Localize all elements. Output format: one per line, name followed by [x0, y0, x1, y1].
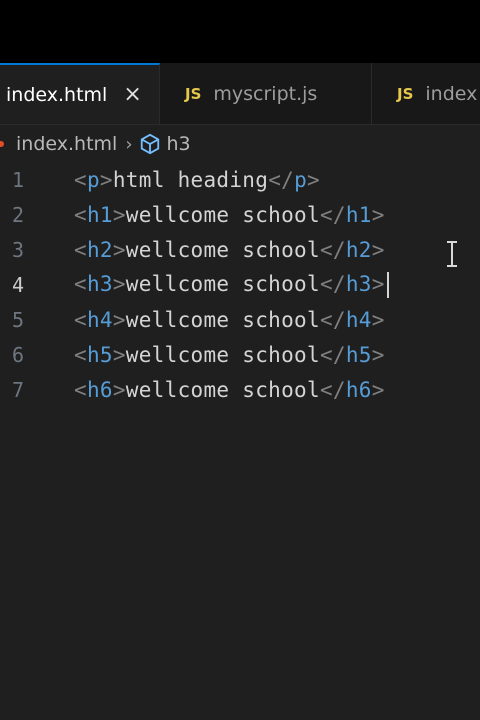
- code-editor[interactable]: 1 <p>html heading</p> 2 <h1>wellcome school…: [0, 160, 480, 720]
- line-number: 1: [12, 167, 25, 192]
- text-cursor-icon: [447, 241, 457, 267]
- close-tag-name: h5: [345, 342, 372, 367]
- bracket: </: [319, 202, 346, 227]
- element-text: wellcome school: [125, 377, 320, 402]
- bracket: </: [319, 271, 346, 296]
- bracket: <: [74, 342, 87, 367]
- bracket: <: [74, 237, 87, 262]
- tab-label: index.html: [6, 83, 108, 106]
- code-line[interactable]: 1 <p>html heading</p>: [0, 162, 480, 197]
- open-tag-name: h1: [86, 202, 113, 227]
- bracket: >: [371, 377, 385, 402]
- line-number: 5: [12, 307, 25, 332]
- line-number: 3: [12, 237, 25, 262]
- bracket: >: [371, 271, 385, 296]
- code-text: <h1>wellcome school</h1>: [74, 203, 385, 227]
- bracket: >: [371, 307, 385, 332]
- window-top-bar: [0, 0, 480, 63]
- close-tag-name: h3: [345, 271, 372, 296]
- bracket: </: [319, 237, 346, 262]
- code-line[interactable]: 7 <h6>wellcome school</h6>: [0, 372, 480, 407]
- bracket: >: [99, 167, 113, 192]
- code-line[interactable]: 2 <h1>wellcome school</h1>: [0, 197, 480, 232]
- bracket: </: [319, 307, 346, 332]
- bracket: >: [371, 202, 385, 227]
- bracket: >: [307, 167, 320, 192]
- open-tag-name: h3: [86, 271, 113, 296]
- bracket: >: [112, 271, 126, 296]
- tab-myscript-js[interactable]: JS myscript.js: [161, 63, 372, 124]
- breadcrumb-file[interactable]: index.html: [16, 133, 117, 155]
- element-text: wellcome school: [125, 237, 320, 262]
- code-text: <p>html heading</p>: [74, 168, 320, 192]
- bracket: <: [74, 377, 87, 402]
- bracket: </: [268, 167, 295, 192]
- close-tag-name: h1: [345, 202, 372, 227]
- javascript-file-icon: JS: [185, 84, 202, 103]
- javascript-file-icon: JS: [397, 84, 414, 103]
- html-file-icon: [0, 141, 4, 147]
- bracket: </: [319, 342, 346, 367]
- close-icon[interactable]: ×: [123, 82, 141, 107]
- bracket: >: [112, 237, 126, 262]
- close-tag-name: h6: [345, 377, 372, 402]
- bracket: </: [319, 377, 346, 402]
- tab-label: index: [425, 82, 478, 105]
- bracket: >: [371, 237, 385, 262]
- bracket: >: [112, 377, 126, 402]
- chevron-right-icon: ›: [125, 133, 133, 155]
- open-tag-name: h5: [86, 342, 113, 367]
- bracket: >: [371, 342, 385, 367]
- open-tag-name: h6: [86, 377, 113, 402]
- code-text: <h4>wellcome school</h4>: [74, 308, 385, 332]
- element-text: wellcome school: [125, 271, 320, 296]
- element-text: html heading: [112, 167, 269, 192]
- bracket: >: [112, 342, 126, 367]
- close-tag-name: h4: [345, 307, 372, 332]
- bracket: <: [74, 271, 87, 296]
- close-tag-name: h2: [345, 237, 372, 262]
- bracket: <: [74, 202, 87, 227]
- element-text: wellcome school: [125, 342, 320, 367]
- code-text: <h2>wellcome school</h2>: [74, 238, 385, 262]
- element-text: wellcome school: [125, 307, 320, 332]
- line-number: 4: [12, 272, 25, 297]
- line-number: 2: [12, 202, 25, 227]
- open-tag-name: h2: [86, 237, 113, 262]
- tab-index-js[interactable]: JS index: [373, 63, 480, 124]
- line-number: 7: [12, 377, 25, 402]
- open-tag-name: h4: [86, 307, 113, 332]
- tab-index-html[interactable]: index.html ×: [0, 63, 160, 124]
- editor-tab-bar: index.html × JS myscript.js JS index: [0, 63, 480, 125]
- tab-label: myscript.js: [213, 82, 318, 105]
- code-line[interactable]: 4 <h3>wellcome school</h3>: [0, 267, 480, 302]
- bracket: >: [112, 307, 126, 332]
- line-number: 6: [12, 342, 25, 367]
- code-line[interactable]: 3 <h2>wellcome school</h2>: [0, 232, 480, 267]
- bracket: >: [112, 202, 126, 227]
- breadcrumb: index.html › h3: [0, 128, 480, 160]
- code-text: <h3>wellcome school</h3>: [74, 271, 389, 298]
- code-line[interactable]: 5 <h4>wellcome school</h4>: [0, 302, 480, 337]
- bracket: <: [74, 167, 87, 192]
- open-tag-name: p: [86, 167, 100, 192]
- bracket: <: [74, 307, 87, 332]
- symbol-element-icon: [140, 133, 159, 155]
- close-tag-name: p: [294, 167, 308, 192]
- code-text: <h5>wellcome school</h5>: [74, 343, 385, 367]
- breadcrumb-symbol[interactable]: h3: [167, 133, 191, 155]
- code-text: <h6>wellcome school</h6>: [74, 378, 385, 402]
- text-caret: [386, 271, 389, 298]
- code-line[interactable]: 6 <h5>wellcome school</h5>: [0, 337, 480, 372]
- element-text: wellcome school: [125, 202, 320, 227]
